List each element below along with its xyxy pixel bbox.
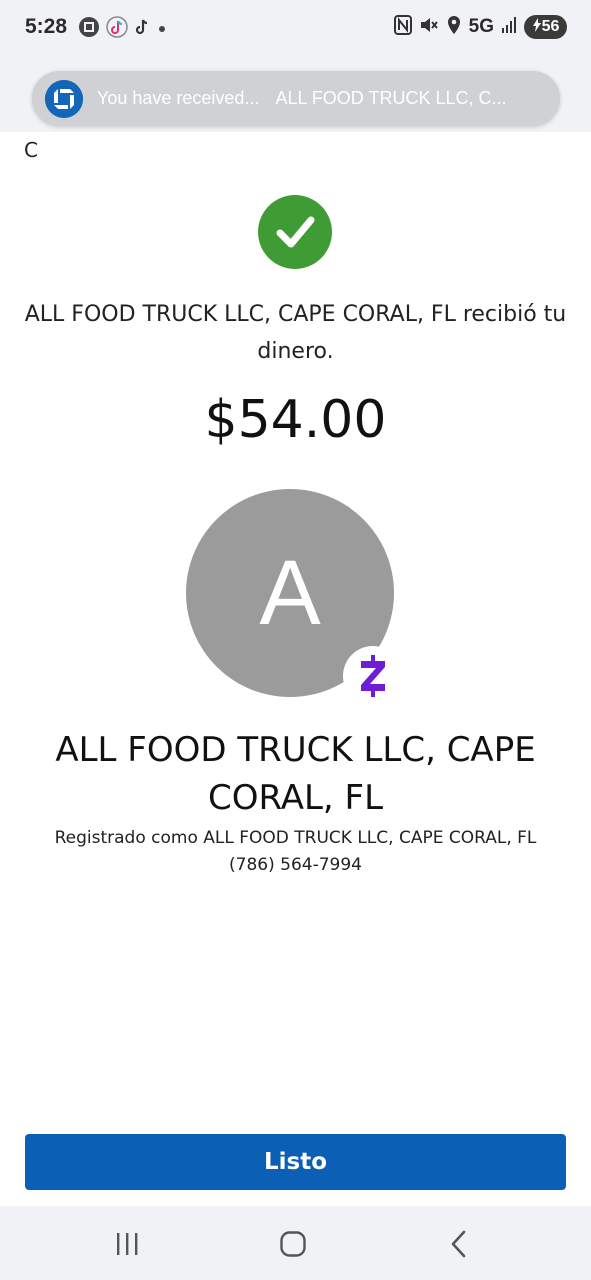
tiktok-icon	[134, 18, 150, 40]
zelle-icon	[343, 646, 403, 706]
charging-icon	[532, 17, 542, 37]
status-bar: 5:28 5G 56	[0, 0, 591, 58]
tiktok-icon	[106, 16, 128, 42]
battery-indicator: 56	[524, 15, 567, 39]
notification-icons	[78, 16, 168, 42]
done-button[interactable]: Listo	[25, 1134, 566, 1190]
back-icon[interactable]	[439, 1228, 479, 1260]
recipient-phone: (786) 564-7994	[229, 855, 362, 875]
recipient-name: ALL FOOD TRUCK LLC, CAPE CORAL, FL	[55, 730, 536, 818]
notification-body: ALL FOOD TRUCK LLC, C...	[275, 88, 507, 108]
heads-up-notification[interactable]: You have received... ALL FOOD TRUCK LLC, …	[32, 71, 560, 126]
nfc-icon	[393, 15, 412, 39]
registered-as-text: Registrado como ALL FOOD TRUCK LLC, CAPE…	[54, 828, 537, 848]
chase-logo-icon	[45, 79, 83, 118]
notification-title: You have received...	[97, 88, 260, 108]
avatar-letter: A	[259, 541, 321, 644]
recent-apps-icon[interactable]	[107, 1228, 147, 1260]
battery-level: 56	[541, 18, 560, 35]
payment-amount: $54.00	[204, 390, 387, 450]
mute-icon	[419, 15, 439, 39]
confirmation-message: ALL FOOD TRUCK LLC, CAPE CORAL, FL recib…	[24, 302, 567, 364]
location-icon	[446, 15, 462, 39]
home-icon[interactable]	[273, 1228, 313, 1260]
chase-icon	[78, 16, 100, 42]
signal-icon	[501, 16, 517, 38]
header-title: C	[24, 138, 38, 162]
success-check-icon	[258, 195, 332, 269]
network-type: 5G	[468, 16, 494, 37]
status-time: 5:28	[25, 15, 68, 38]
navigation-bar	[0, 1206, 591, 1280]
recipient-details: Registrado como ALL FOOD TRUCK LLC, CAPE…	[10, 825, 581, 879]
dot-icon	[156, 20, 168, 39]
